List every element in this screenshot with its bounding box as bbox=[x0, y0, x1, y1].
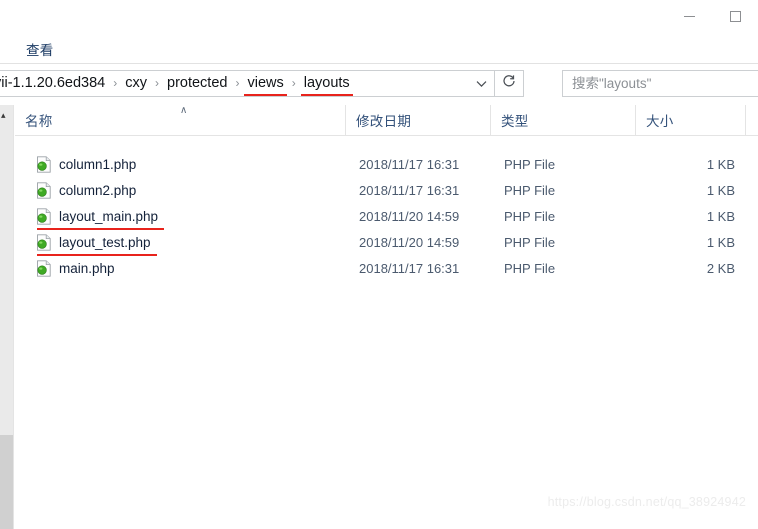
minimize-button[interactable] bbox=[666, 0, 712, 33]
file-size: 1 KB bbox=[706, 235, 735, 250]
file-type: PHP File bbox=[504, 157, 556, 172]
refresh-button[interactable] bbox=[495, 71, 523, 96]
watermark: https://blog.csdn.net/qq_38924942 bbox=[547, 495, 746, 509]
file-type: PHP File bbox=[504, 209, 556, 224]
breadcrumb-separator-icon[interactable]: › bbox=[152, 71, 162, 96]
file-size: 1 KB bbox=[706, 157, 735, 172]
maximize-icon bbox=[729, 11, 741, 22]
caption-buttons bbox=[666, 0, 758, 33]
file-type: PHP File bbox=[504, 261, 556, 276]
breadcrumb: vii-1.1.20.6ed384 › cxy › protected › vi… bbox=[0, 71, 469, 96]
column-header-date-modified[interactable]: 修改日期 bbox=[345, 105, 490, 135]
column-header-spacer bbox=[745, 105, 758, 135]
scroll-up-arrow-icon[interactable]: ▴ bbox=[1, 111, 6, 120]
file-type: PHP File bbox=[504, 183, 556, 198]
column-header-size-label: 大小 bbox=[646, 114, 674, 129]
breadcrumb-separator-icon[interactable]: › bbox=[289, 71, 299, 96]
navigation-pane-scrollbar-thumb[interactable] bbox=[0, 435, 13, 529]
file-size: 1 KB bbox=[706, 183, 735, 198]
file-name-label: layout_test.php bbox=[37, 234, 157, 256]
php-file-icon bbox=[36, 156, 52, 173]
table-row[interactable]: layout_main.php 2018/11/20 14:59 PHP Fil… bbox=[15, 204, 758, 230]
breadcrumb-separator-icon[interactable]: › bbox=[110, 71, 120, 96]
php-file-icon bbox=[36, 234, 52, 251]
php-file-icon bbox=[36, 182, 52, 199]
breadcrumb-bar[interactable]: vii-1.1.20.6ed384 › cxy › protected › vi… bbox=[0, 70, 524, 97]
table-row[interactable]: column1.php 2018/11/17 16:31 PHP File 1 … bbox=[15, 152, 758, 177]
file-name-label: main.php bbox=[59, 260, 115, 276]
title-bar bbox=[0, 0, 758, 33]
file-date-modified: 2018/11/20 14:59 bbox=[359, 235, 460, 250]
file-list-rows: column1.php 2018/11/17 16:31 PHP File 1 … bbox=[15, 152, 758, 281]
breadcrumb-item-views-label: views bbox=[247, 75, 284, 91]
php-file-icon bbox=[36, 208, 52, 225]
breadcrumb-item-cxy[interactable]: cxy bbox=[120, 71, 152, 96]
file-list-pane: 名称 修改日期 类型 大小 ∧ column1.php 2018/11/17 1… bbox=[15, 105, 758, 529]
column-header-type-label: 类型 bbox=[501, 114, 529, 129]
file-name-cell[interactable]: column2.php bbox=[15, 178, 136, 203]
file-name-cell[interactable]: layout_test.php bbox=[15, 230, 157, 256]
column-header-size[interactable]: 大小 bbox=[635, 105, 745, 135]
annotation-underline-layouts bbox=[300, 94, 353, 96]
column-header-row: 名称 修改日期 类型 大小 ∧ bbox=[15, 105, 758, 136]
file-date-modified: 2018/11/17 16:31 bbox=[359, 261, 460, 276]
breadcrumb-item-protected[interactable]: protected bbox=[162, 71, 232, 96]
file-name-label: column1.php bbox=[59, 156, 137, 172]
column-header-name-label: 名称 bbox=[25, 114, 53, 129]
breadcrumb-separator-icon[interactable]: › bbox=[232, 71, 242, 96]
search-input[interactable]: 搜索"layouts" bbox=[563, 71, 651, 96]
minimize-icon bbox=[683, 16, 695, 17]
file-size: 1 KB bbox=[706, 209, 735, 224]
tab-view-label: 查看 bbox=[26, 43, 54, 58]
breadcrumb-item-cxy-label: cxy bbox=[125, 75, 147, 91]
file-name-label: layout_main.php bbox=[37, 208, 165, 230]
breadcrumb-item-layouts-label: layouts bbox=[303, 75, 350, 91]
breadcrumb-item-root[interactable]: vii-1.1.20.6ed384 bbox=[0, 71, 110, 96]
breadcrumb-item-protected-label: protected bbox=[167, 75, 228, 91]
file-name-text: layout_main.php bbox=[59, 208, 159, 224]
table-row[interactable]: column2.php 2018/11/17 16:31 PHP File 1 … bbox=[15, 178, 758, 203]
tab-view[interactable]: 查看 bbox=[24, 38, 56, 60]
navigation-pane[interactable]: ▴ bbox=[0, 105, 14, 529]
file-name-cell[interactable]: main.php bbox=[15, 256, 115, 281]
file-date-modified: 2018/11/17 16:31 bbox=[359, 157, 460, 172]
file-size: 2 KB bbox=[706, 261, 735, 276]
file-type: PHP File bbox=[504, 235, 556, 250]
ribbon-separator bbox=[0, 63, 758, 64]
file-name-text: layout_test.php bbox=[59, 234, 151, 250]
chevron-down-icon[interactable] bbox=[469, 71, 494, 96]
php-file-icon bbox=[36, 260, 52, 277]
column-header-date-modified-label: 修改日期 bbox=[356, 114, 412, 129]
breadcrumb-item-layouts[interactable]: layouts bbox=[299, 71, 355, 96]
breadcrumb-item-root-label: vii-1.1.20.6ed384 bbox=[0, 75, 106, 91]
table-row[interactable]: layout_test.php 2018/11/20 14:59 PHP Fil… bbox=[15, 230, 758, 256]
file-date-modified: 2018/11/17 16:31 bbox=[359, 183, 460, 198]
file-name-cell[interactable]: column1.php bbox=[15, 152, 136, 177]
ribbon-tab-bar: 查看 bbox=[0, 33, 758, 63]
file-name-label: column2.php bbox=[59, 182, 137, 198]
address-bar: vii-1.1.20.6ed384 › cxy › protected › vi… bbox=[0, 70, 758, 97]
maximize-button[interactable] bbox=[712, 0, 758, 33]
column-header-type[interactable]: 类型 bbox=[490, 105, 635, 135]
breadcrumb-item-views[interactable]: views bbox=[242, 71, 288, 96]
sort-ascending-icon: ∧ bbox=[180, 105, 188, 116]
annotation-underline-views bbox=[244, 94, 287, 96]
file-name-cell[interactable]: layout_main.php bbox=[15, 204, 165, 230]
file-explorer-window: 查看 vii-1.1.20.6ed384 › cxy › protected › bbox=[0, 0, 758, 529]
search-box[interactable]: 搜索"layouts" bbox=[562, 70, 758, 97]
refresh-icon bbox=[502, 74, 516, 93]
table-row[interactable]: main.php 2018/11/17 16:31 PHP File 2 KB bbox=[15, 256, 758, 281]
file-date-modified: 2018/11/20 14:59 bbox=[359, 209, 460, 224]
